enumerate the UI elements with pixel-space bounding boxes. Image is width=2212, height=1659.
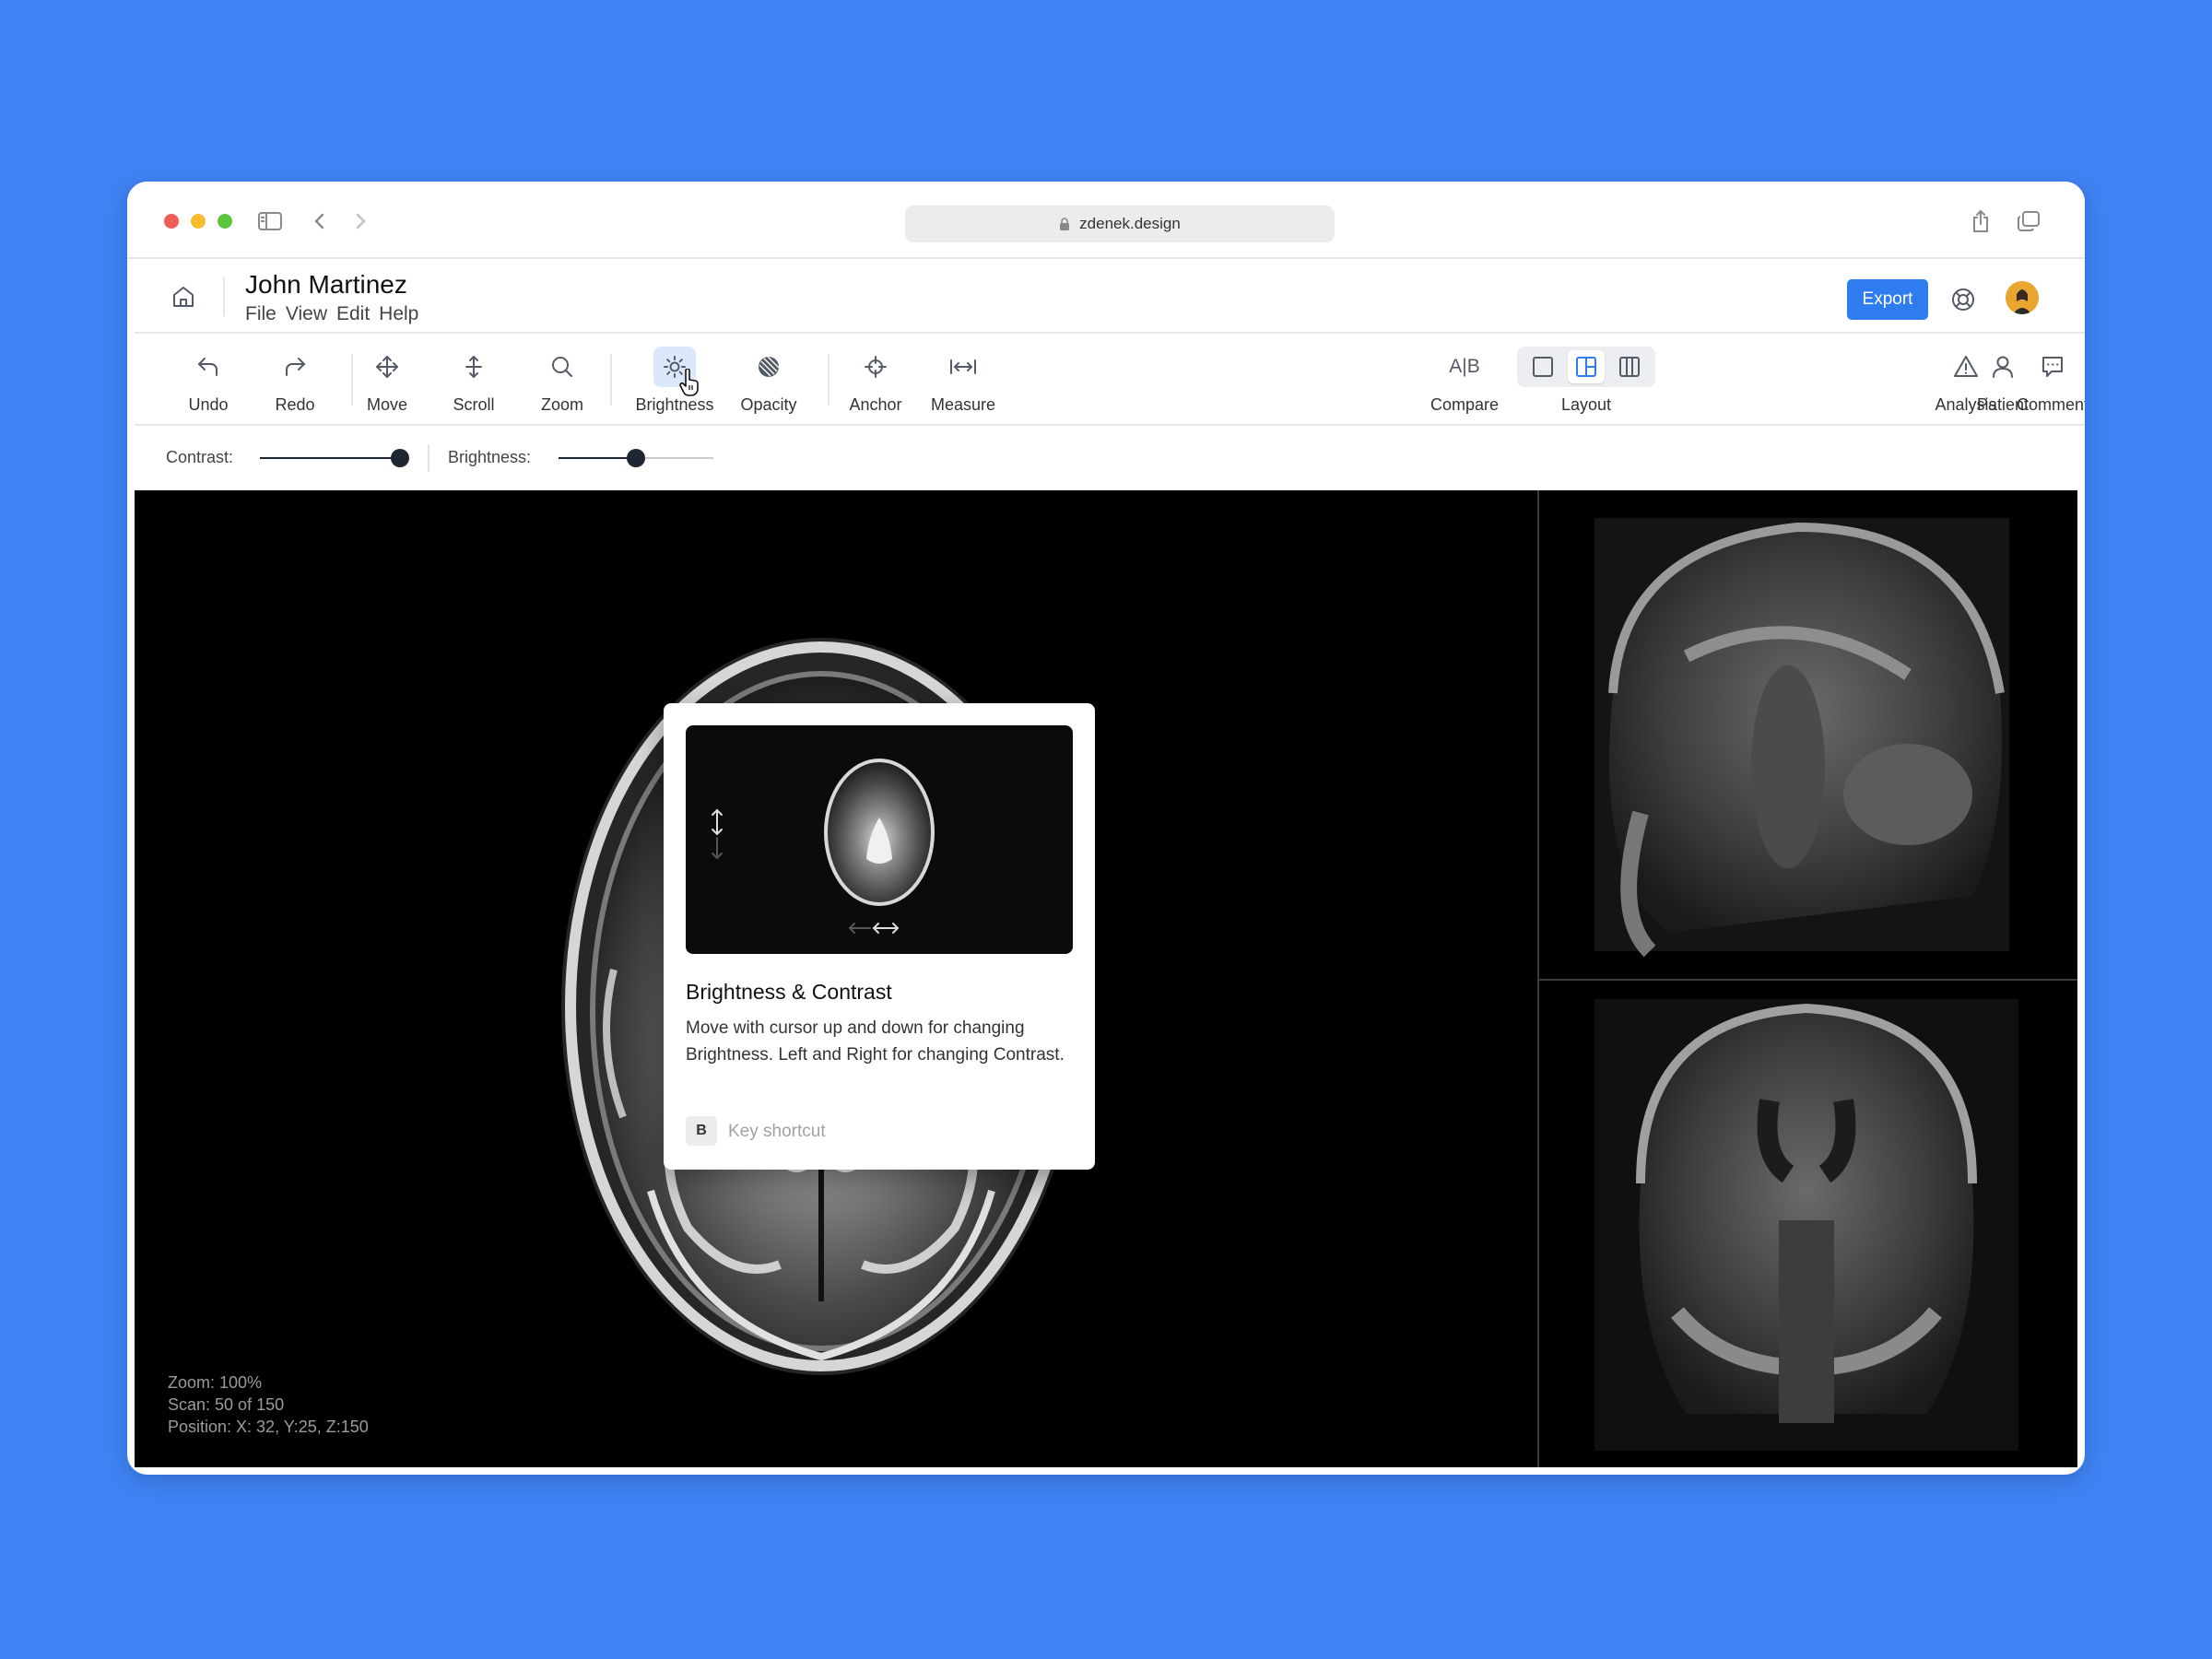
header-divider	[223, 277, 225, 316]
brightness-label: Brightness	[635, 395, 714, 414]
toolbar-divider	[828, 354, 830, 406]
search-icon	[552, 357, 572, 377]
opacity-label: Opacity	[740, 395, 797, 414]
redo-label: Redo	[275, 395, 315, 414]
maximize-window-button[interactable]	[218, 214, 232, 229]
shortcut-key: B	[686, 1116, 717, 1146]
sidebar-toggle-icon[interactable]	[254, 206, 286, 237]
redo-button[interactable]: Redo	[265, 334, 324, 426]
window-controls	[164, 214, 232, 229]
layout-columns-icon	[1619, 357, 1641, 377]
brightness-slider-fill	[559, 457, 636, 459]
adjustment-bar: Contrast: Brightness:	[135, 426, 2085, 490]
zoom-label: Zoom	[540, 395, 583, 414]
opacity-icon	[759, 356, 780, 377]
horizontal-arrow-icon	[872, 923, 900, 934]
patient-label: Patient	[1976, 395, 2030, 414]
scroll-icon	[465, 356, 482, 378]
brightness-slider-label: Brightness:	[448, 448, 532, 466]
layout-single-button[interactable]	[1524, 350, 1561, 383]
user-icon	[1993, 356, 2013, 378]
vertical-arrow-icon	[712, 808, 723, 836]
ruler-icon	[950, 359, 976, 374]
layout-switcher	[1517, 347, 1655, 387]
undo-icon	[198, 358, 218, 376]
measure-button[interactable]: Measure	[922, 334, 1005, 426]
menu-file[interactable]: File	[245, 303, 276, 325]
lifebuoy-icon	[1952, 288, 1974, 311]
anchor-button[interactable]: Anchor	[839, 334, 912, 426]
measure-label: Measure	[930, 395, 996, 414]
minimize-window-button[interactable]	[191, 214, 206, 229]
scan-readout: Scan: 50 of 150	[168, 1395, 285, 1414]
avatar[interactable]	[2006, 281, 2039, 314]
anchor-label: Anchor	[849, 395, 902, 414]
toolbar-divider	[610, 354, 612, 406]
export-button[interactable]: Export	[1847, 279, 1928, 320]
cursor-pointer-icon	[679, 369, 699, 396]
menu-view[interactable]: View	[286, 303, 327, 325]
address-bar[interactable]: zdenek.design	[905, 206, 1335, 242]
browser-window: zdenek.design John Martinez File View Ed…	[127, 182, 2085, 1475]
menu-bar: File View Edit Help	[245, 303, 418, 325]
undo-label: Undo	[188, 395, 229, 414]
coronal-viewport[interactable]	[1539, 981, 2077, 1467]
tooltip-description: Move with cursor up and down for changin…	[686, 1018, 1065, 1065]
patient-tool[interactable]: Patient	[1961, 334, 2044, 426]
lock-icon	[1060, 217, 1070, 230]
contrast-slider-handle[interactable]	[391, 449, 409, 467]
brightness-button[interactable]: Brightness	[632, 334, 717, 426]
help-button[interactable]	[1948, 285, 1978, 314]
home-icon	[173, 287, 194, 307]
tooltip-title: Brightness & Contrast	[686, 980, 892, 1004]
scan-info: Zoom: 100% Scan: 50 of 150 Position: X: …	[168, 1371, 369, 1438]
opacity-button[interactable]: Opacity	[732, 334, 806, 426]
tool-tooltip: Brightness & Contrast Move with cursor u…	[664, 703, 1095, 1170]
browser-chrome: zdenek.design	[127, 182, 2085, 259]
move-label: Move	[366, 395, 407, 414]
share-icon[interactable]	[1965, 206, 1996, 237]
close-window-button[interactable]	[164, 214, 179, 229]
slider-divider	[428, 444, 429, 472]
contrast-label: Contrast:	[166, 448, 234, 466]
layout-columns-button[interactable]	[1611, 350, 1648, 383]
move-icon	[376, 356, 398, 378]
layout-split-icon	[1575, 357, 1596, 377]
compare-button[interactable]: A|B Compare	[1423, 334, 1506, 426]
scroll-button[interactable]: Scroll	[439, 334, 509, 426]
layout-single-icon	[1532, 357, 1553, 377]
url-text: zdenek.design	[1079, 215, 1181, 232]
shortcut-label: Key shortcut	[728, 1122, 826, 1141]
compare-label: Compare	[1430, 395, 1500, 414]
tooltip-brain-preview	[712, 759, 935, 934]
menu-help[interactable]: Help	[379, 303, 418, 325]
app-header: John Martinez File View Edit Help Export	[135, 259, 2085, 334]
brightness-slider-handle[interactable]	[627, 449, 645, 467]
contrast-slider-fill	[260, 457, 400, 459]
image-viewer[interactable]: Zoom: 100% Scan: 50 of 150 Position: X: …	[135, 490, 2077, 1467]
layout-label: Layout	[1560, 395, 1612, 414]
redo-icon	[286, 358, 305, 376]
zoom-readout: Zoom: 100%	[168, 1373, 263, 1392]
compare-ab-icon: A|B	[1449, 356, 1480, 377]
home-button[interactable]	[170, 283, 197, 311]
zoom-button[interactable]: Zoom	[527, 334, 597, 426]
sagittal-brain-scan	[1594, 518, 2009, 958]
position-readout: Position: X: 32, Y:25, Z:150	[168, 1418, 369, 1436]
scroll-label: Scroll	[453, 395, 495, 414]
layout-split-button[interactable]	[1567, 350, 1605, 383]
back-icon[interactable]	[304, 206, 335, 237]
sagittal-viewport[interactable]	[1539, 490, 2077, 979]
toolbar: Undo Redo Move Scroll Zoom Brightness Op…	[135, 334, 2085, 426]
forward-icon[interactable]	[345, 206, 376, 237]
move-button[interactable]: Move	[352, 334, 422, 426]
contrast-slider-track[interactable]	[260, 457, 407, 459]
menu-edit[interactable]: Edit	[336, 303, 370, 325]
crosshair-icon	[865, 356, 887, 378]
tabs-overview-icon[interactable]	[2013, 206, 2044, 237]
tooltip-preview	[686, 725, 1073, 954]
undo-button[interactable]: Undo	[179, 334, 238, 426]
patient-name: John Martinez	[245, 270, 407, 299]
coronal-brain-scan	[1594, 999, 2018, 1451]
